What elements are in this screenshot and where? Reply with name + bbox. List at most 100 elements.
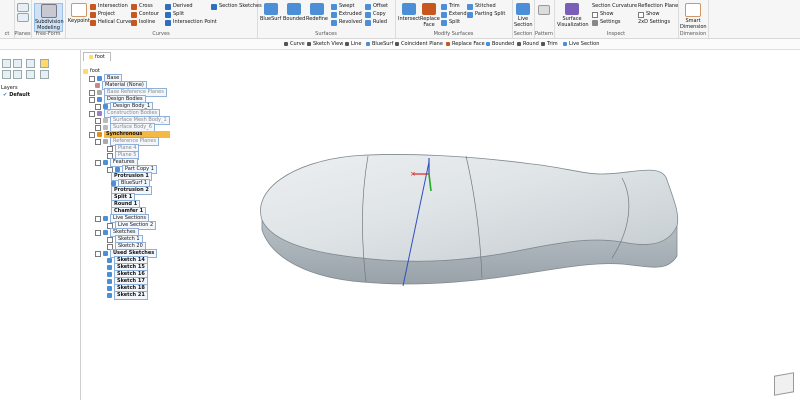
checkbox[interactable] bbox=[107, 236, 113, 243]
parting-split-icon bbox=[467, 11, 473, 18]
section-sketches-button[interactable]: Section Sketches bbox=[211, 3, 262, 10]
cmd-live-section[interactable]: Live Section bbox=[563, 40, 599, 48]
stitched-button[interactable]: Stitched bbox=[467, 3, 496, 10]
extend-icon bbox=[441, 11, 447, 18]
layer-tool-8[interactable] bbox=[40, 70, 49, 79]
revolved-button[interactable]: Revolved bbox=[331, 19, 362, 26]
cmd-curve[interactable]: Curve bbox=[284, 40, 305, 48]
sketch-icon bbox=[107, 258, 112, 263]
project-button[interactable]: Project bbox=[90, 11, 115, 18]
copy-button[interactable]: Copy bbox=[365, 11, 386, 18]
intersection-button[interactable]: Intersection bbox=[90, 3, 128, 10]
section-curvature-show[interactable]: Show bbox=[592, 11, 614, 18]
layer-tool-1[interactable] bbox=[2, 59, 11, 68]
offset-button[interactable]: Offset bbox=[365, 3, 388, 10]
x-axis-marker: × bbox=[410, 170, 416, 178]
checkbox[interactable] bbox=[95, 215, 101, 222]
tree-item-sketch-21[interactable]: Sketch 21 bbox=[107, 291, 148, 300]
layer-tool-7[interactable] bbox=[26, 70, 35, 79]
cmd-sketch-view[interactable]: Sketch View bbox=[307, 40, 343, 48]
cmd-line[interactable]: Line bbox=[345, 40, 361, 48]
checkbox[interactable] bbox=[89, 110, 95, 117]
redefine-button[interactable]: Redefine bbox=[306, 3, 328, 22]
layer-tool-6[interactable] bbox=[13, 70, 22, 79]
group-label-curves: Curves bbox=[152, 31, 170, 37]
layer-tool-3[interactable] bbox=[26, 59, 35, 68]
cross-button[interactable]: Cross bbox=[131, 3, 153, 10]
reflection-plane-show[interactable]: Show bbox=[638, 11, 660, 18]
checkbox[interactable] bbox=[89, 131, 95, 138]
contour-icon bbox=[131, 11, 137, 18]
intersection-point-button[interactable]: Intersection Point bbox=[165, 19, 217, 26]
checkbox[interactable] bbox=[95, 159, 101, 166]
trim-button[interactable]: Trim bbox=[441, 3, 460, 10]
checkbox[interactable] bbox=[107, 145, 113, 152]
show-checkbox-2[interactable] bbox=[638, 11, 644, 18]
layer-tool-4[interactable] bbox=[40, 59, 49, 68]
checkbox[interactable] bbox=[95, 229, 101, 236]
checkbox[interactable] bbox=[89, 89, 95, 96]
offset-icon bbox=[365, 3, 371, 10]
cmd-coincident-plane[interactable]: Coincident Plane bbox=[395, 40, 443, 48]
tab-foot[interactable]: foot bbox=[83, 52, 111, 61]
layer-tool-2[interactable] bbox=[13, 59, 22, 68]
keypoint-button[interactable]: Keypoint bbox=[68, 3, 90, 24]
checkbox[interactable] bbox=[95, 117, 101, 124]
graphics-viewport[interactable]: × bbox=[182, 50, 800, 400]
section-curvature-settings[interactable]: Settings bbox=[592, 19, 621, 26]
extend-button[interactable]: Extend bbox=[441, 11, 467, 18]
replace-face-button[interactable]: Replace Face bbox=[420, 3, 440, 28]
cmd-bluesurf[interactable]: BlueSurf bbox=[366, 40, 393, 48]
planes-button[interactable] bbox=[17, 3, 29, 23]
swept-button[interactable]: Swept bbox=[331, 3, 354, 10]
quick-command-bar: Curve Sketch View Line BlueSurf Coincide… bbox=[0, 39, 800, 50]
view-cube[interactable] bbox=[774, 372, 794, 396]
surface-visualization-button[interactable]: Surface Visualization bbox=[557, 3, 589, 28]
cmd-round[interactable]: Round bbox=[517, 40, 539, 48]
derived-button[interactable]: Derived bbox=[165, 3, 193, 10]
intersect-button[interactable]: Intersect bbox=[398, 3, 420, 22]
pattern-button[interactable] bbox=[538, 5, 550, 16]
tree-item-surface-body-6[interactable]: Surface Body_6 bbox=[95, 123, 155, 132]
checkbox[interactable] bbox=[95, 124, 101, 131]
show-checkbox[interactable] bbox=[592, 11, 598, 18]
bounded-button[interactable]: Bounded bbox=[283, 3, 305, 22]
layer-tool-5[interactable] bbox=[2, 70, 11, 79]
tree-root-foot[interactable]: foot bbox=[83, 68, 100, 75]
checkbox[interactable] bbox=[89, 75, 95, 82]
ruled-button[interactable]: Ruled bbox=[365, 19, 387, 26]
layers-header: Layers bbox=[1, 85, 18, 91]
group-label-planes: Planes bbox=[14, 31, 31, 37]
checkbox[interactable] bbox=[95, 138, 101, 145]
sketch-icon bbox=[107, 272, 112, 277]
live-sections-icon bbox=[103, 216, 108, 221]
ribbon-group-modify: Intersect Replace Face Trim Extend Split… bbox=[395, 0, 513, 38]
checkbox[interactable] bbox=[95, 250, 101, 257]
bodies-icon bbox=[97, 97, 102, 102]
sketch-icon bbox=[107, 293, 112, 298]
split-surface-button[interactable]: Split bbox=[441, 19, 460, 26]
subdivision-modeling-button[interactable]: Subdivision Modeling bbox=[34, 3, 64, 32]
parting-split-button[interactable]: Parting Split bbox=[467, 11, 505, 18]
cmd-bounded[interactable]: Bounded bbox=[486, 40, 514, 48]
isoline-button[interactable]: Isoline bbox=[131, 19, 155, 26]
contour-button[interactable]: Contour bbox=[131, 11, 159, 18]
pattern-icon bbox=[538, 5, 550, 15]
extruded-button[interactable]: Extruded bbox=[331, 11, 362, 18]
model-canvas[interactable]: × bbox=[182, 50, 800, 400]
trim-icon bbox=[441, 3, 447, 10]
checkbox[interactable] bbox=[95, 103, 101, 110]
bluesurf-icon bbox=[263, 3, 278, 15]
bluesurf-button[interactable]: BlueSurf bbox=[260, 3, 281, 22]
cmd-trim[interactable]: Trim bbox=[541, 40, 558, 48]
checkbox[interactable] bbox=[89, 96, 95, 103]
helical-curve-button[interactable]: Helical Curve bbox=[90, 19, 131, 26]
reflection-plane-settings[interactable]: 2xD Settings bbox=[638, 19, 670, 26]
live-section-button[interactable]: Live Section bbox=[514, 3, 533, 28]
layer-default[interactable]: ✔ Default bbox=[3, 92, 30, 99]
cmd-replace-face[interactable]: Replace Face bbox=[446, 40, 485, 48]
settings-icon bbox=[592, 19, 598, 26]
smart-dimension-button[interactable]: Smart Dimension bbox=[680, 3, 707, 30]
split-curve-button[interactable]: Split bbox=[165, 11, 184, 18]
bounded-icon bbox=[287, 3, 302, 15]
